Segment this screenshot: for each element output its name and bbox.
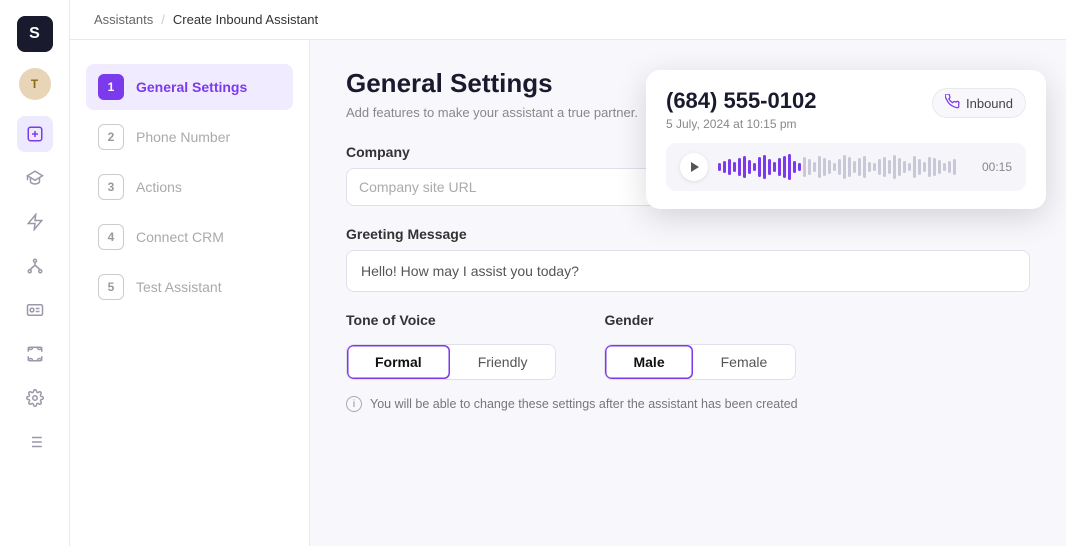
tone-formal-button[interactable]: Formal — [347, 345, 450, 379]
play-button[interactable] — [680, 153, 708, 181]
waveform-player[interactable]: 00:15 — [666, 143, 1026, 191]
phone-icon — [945, 94, 960, 112]
sidebar-item-puzzle[interactable] — [17, 336, 53, 372]
step-item-1[interactable]: 1 General Settings — [86, 64, 293, 110]
steps-sidebar: 1 General Settings 2 Phone Number 3 Acti… — [70, 40, 310, 546]
sidebar: S T — [0, 0, 70, 546]
sidebar-item-settings[interactable] — [17, 380, 53, 416]
tone-group: Tone of Voice Formal Friendly — [346, 312, 556, 380]
info-note: i You will be able to change these setti… — [346, 396, 1030, 412]
gender-toggle-group: Male Female — [604, 344, 796, 380]
sidebar-avatar[interactable]: T — [19, 68, 51, 100]
tone-friendly-button[interactable]: Friendly — [450, 345, 556, 379]
step-number-3: 3 — [98, 174, 124, 200]
sidebar-item-graduation[interactable] — [17, 160, 53, 196]
greeting-group: Greeting Message — [346, 226, 1030, 292]
duration-label: 00:15 — [982, 160, 1012, 174]
sidebar-item-usercard[interactable] — [17, 292, 53, 328]
call-popup-info: (684) 555-0102 5 July, 2024 at 10:15 pm — [666, 88, 816, 131]
breadcrumb-current: Create Inbound Assistant — [173, 12, 318, 27]
step-label-2: Phone Number — [136, 129, 230, 145]
gender-male-button[interactable]: Male — [605, 345, 692, 379]
tone-label: Tone of Voice — [346, 312, 556, 328]
breadcrumb: Assistants / Create Inbound Assistant — [70, 0, 1066, 40]
call-time: 5 July, 2024 at 10:15 pm — [666, 117, 816, 131]
step-item-2[interactable]: 2 Phone Number — [86, 114, 293, 160]
main-content: Assistants / Create Inbound Assistant 1 … — [70, 0, 1066, 546]
play-icon — [691, 162, 699, 172]
tone-toggle-group: Formal Friendly — [346, 344, 556, 380]
step-number-2: 2 — [98, 124, 124, 150]
call-popup: (684) 555-0102 5 July, 2024 at 10:15 pm … — [646, 70, 1046, 209]
form-area: General Settings Add features to make yo… — [310, 40, 1066, 546]
sidebar-item-assistant[interactable] — [17, 116, 53, 152]
gender-label: Gender — [604, 312, 796, 328]
call-number: (684) 555-0102 — [666, 88, 816, 114]
content-layout: 1 General Settings 2 Phone Number 3 Acti… — [70, 40, 1066, 546]
step-label-3: Actions — [136, 179, 182, 195]
breadcrumb-root[interactable]: Assistants — [94, 12, 153, 27]
options-row: Tone of Voice Formal Friendly Gender Mal… — [346, 312, 1030, 380]
sidebar-item-list[interactable] — [17, 424, 53, 460]
step-item-4[interactable]: 4 Connect CRM — [86, 214, 293, 260]
greeting-input[interactable] — [346, 250, 1030, 292]
inbound-badge: Inbound — [932, 88, 1026, 118]
step-number-1: 1 — [98, 74, 124, 100]
sidebar-logo: S — [17, 16, 53, 52]
call-popup-header: (684) 555-0102 5 July, 2024 at 10:15 pm … — [666, 88, 1026, 131]
step-label-4: Connect CRM — [136, 229, 224, 245]
gender-group: Gender Male Female — [604, 312, 796, 380]
step-item-3[interactable]: 3 Actions — [86, 164, 293, 210]
step-number-5: 5 — [98, 274, 124, 300]
sidebar-item-org[interactable] — [17, 248, 53, 284]
waveform — [718, 153, 972, 181]
step-item-5[interactable]: 5 Test Assistant — [86, 264, 293, 310]
info-text: You will be able to change these setting… — [370, 397, 798, 411]
gender-female-button[interactable]: Female — [693, 345, 796, 379]
step-number-4: 4 — [98, 224, 124, 250]
sidebar-item-bolt[interactable] — [17, 204, 53, 240]
greeting-label: Greeting Message — [346, 226, 1030, 242]
inbound-label: Inbound — [966, 96, 1013, 111]
step-label-5: Test Assistant — [136, 279, 222, 295]
breadcrumb-separator: / — [161, 12, 165, 27]
step-label-1: General Settings — [136, 79, 247, 95]
info-icon: i — [346, 396, 362, 412]
